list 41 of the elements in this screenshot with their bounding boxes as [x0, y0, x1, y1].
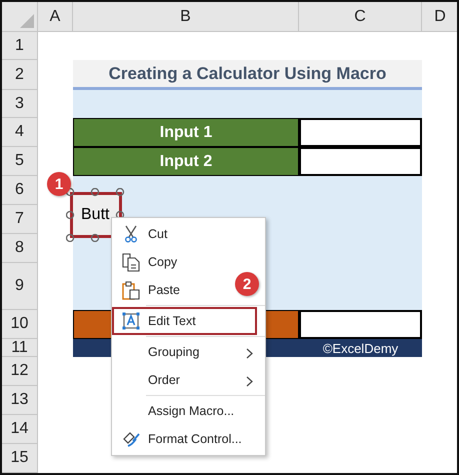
row-header[interactable]: 8: [2, 234, 38, 263]
input-label: Input 1: [73, 118, 299, 147]
chevron-right-icon: [246, 348, 253, 359]
copy-icon: [122, 252, 140, 272]
row-header[interactable]: 11: [2, 339, 38, 357]
row-header[interactable]: 12: [2, 357, 38, 386]
scissors-icon: [123, 225, 139, 243]
menu-item[interactable]: Assign Macro...: [112, 397, 240, 425]
row-header[interactable]: 4: [2, 118, 38, 147]
sheet-title: Creating a Calculator Using Macro: [73, 60, 422, 90]
row-header[interactable]: 10: [2, 310, 38, 339]
input-cell[interactable]: [299, 147, 422, 176]
row-header[interactable]: 2: [2, 60, 38, 90]
clipboard-icon: [122, 280, 140, 300]
menu-item[interactable]: Format Control...: [112, 425, 248, 453]
column-header[interactable]: A: [38, 2, 73, 32]
column-header[interactable]: D: [422, 2, 457, 32]
step-badge: 1: [47, 172, 71, 196]
menu-item[interactable]: Copy: [112, 248, 184, 276]
row-header[interactable]: 9: [2, 263, 38, 310]
row-header[interactable]: 13: [2, 386, 38, 415]
menu-item[interactable]: Edit Text: [112, 307, 257, 335]
chevron-right-icon: [246, 376, 253, 387]
menu-item[interactable]: Paste: [112, 276, 186, 304]
row-header[interactable]: 14: [2, 415, 38, 444]
row-header[interactable]: 3: [2, 90, 38, 118]
row-header[interactable]: 5: [2, 147, 38, 176]
input-label: Input 2: [73, 147, 299, 176]
row-header[interactable]: 1: [2, 32, 38, 60]
text-box-icon: [122, 312, 140, 330]
menu-item[interactable]: Grouping: [112, 338, 257, 366]
row-header[interactable]: 15: [2, 444, 38, 473]
brush-icon: [122, 430, 140, 448]
column-header[interactable]: B: [73, 2, 299, 32]
column-header[interactable]: C: [299, 2, 422, 32]
input-cell[interactable]: [299, 118, 422, 147]
menu-item[interactable]: Order: [112, 366, 257, 394]
row-header[interactable]: 6: [2, 176, 38, 205]
result-cell[interactable]: [299, 310, 422, 339]
row-header[interactable]: 7: [2, 205, 38, 234]
copyright-text: ©ExcelDemy: [322, 340, 400, 357]
